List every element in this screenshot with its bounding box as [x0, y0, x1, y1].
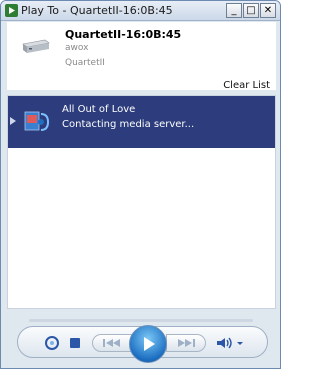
- repeat-icon: [45, 336, 59, 350]
- music-file-icon: [24, 111, 50, 131]
- play-to-window: Play To - QuartetII-16:0B:45 _ □ ✕ Quart…: [0, 0, 281, 369]
- device-model: QuartetII: [65, 58, 105, 68]
- window-controls: _ □ ✕: [226, 3, 276, 18]
- play-icon: [144, 337, 155, 351]
- device-header: QuartetII-16:0B:45 awox QuartetII Clear …: [7, 22, 276, 91]
- media-receiver-icon: [22, 39, 50, 53]
- play-button[interactable]: [129, 325, 167, 363]
- media-player-icon: [5, 4, 18, 17]
- title-bar: Play To - QuartetII-16:0B:45 _ □ ✕: [1, 1, 280, 21]
- now-playing-arrow-icon: [10, 117, 16, 125]
- seek-bar[interactable]: [29, 319, 253, 322]
- clear-list-link[interactable]: Clear List: [223, 80, 270, 91]
- minimize-button[interactable]: _: [226, 3, 242, 18]
- playlist-item[interactable]: All Out of Love Contacting media server.…: [8, 96, 275, 148]
- previous-button[interactable]: [92, 334, 132, 352]
- track-title: All Out of Love: [62, 104, 136, 115]
- device-name: QuartetII-16:0B:45: [65, 28, 182, 41]
- volume-icon: [217, 337, 243, 349]
- previous-track-icon: [103, 339, 120, 347]
- close-button[interactable]: ✕: [260, 3, 276, 18]
- maximize-button[interactable]: □: [243, 3, 259, 18]
- playlist: All Out of Love Contacting media server.…: [7, 95, 276, 309]
- window-title: Play To - QuartetII-16:0B:45: [21, 4, 173, 17]
- repeat-button[interactable]: [44, 335, 60, 351]
- volume-button[interactable]: [214, 335, 246, 351]
- next-track-icon: [178, 339, 195, 347]
- stop-button[interactable]: [70, 338, 80, 348]
- device-manufacturer: awox: [65, 43, 89, 53]
- track-status: Contacting media server...: [62, 119, 195, 130]
- playback-controls: [17, 325, 268, 363]
- next-button[interactable]: [166, 334, 206, 352]
